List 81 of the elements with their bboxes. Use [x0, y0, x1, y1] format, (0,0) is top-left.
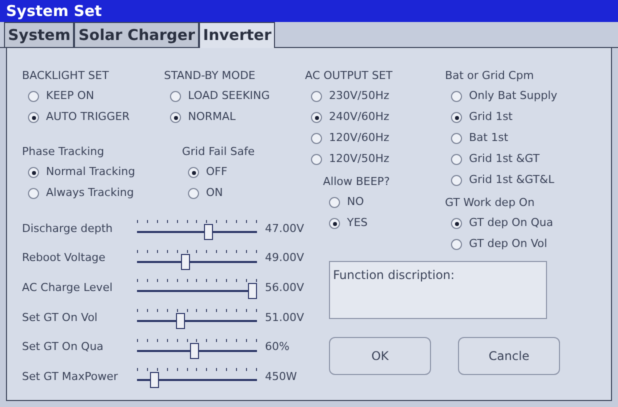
radio-button[interactable] — [28, 91, 39, 102]
option-label: Grid 1st &GT&L — [469, 172, 554, 188]
slider-label: Reboot Voltage — [22, 250, 106, 266]
group-title: Phase Tracking — [22, 144, 106, 160]
option-label: 230V/50Hz — [329, 88, 390, 104]
tab[interactable]: System — [4, 22, 74, 47]
group-title: BACKLIGHT SET — [22, 68, 110, 84]
option-label: Bat 1st — [469, 130, 508, 146]
radio-button[interactable] — [28, 112, 39, 123]
slider-thumb[interactable] — [248, 283, 257, 300]
slider-track[interactable] — [137, 248, 257, 270]
dialog-button[interactable]: Cancle — [458, 337, 560, 375]
radio-button[interactable] — [188, 188, 199, 199]
slider-track[interactable] — [137, 306, 257, 329]
option-label: YES — [347, 215, 368, 232]
slider-label: Set GT On Vol — [22, 310, 98, 326]
slider-label: Set GT MaxPower — [22, 369, 119, 386]
radio-button[interactable] — [451, 112, 462, 123]
radio-button[interactable] — [329, 218, 340, 229]
group-title: GT Work dep On — [445, 195, 536, 211]
radio-button[interactable] — [451, 91, 462, 102]
option-label: AUTO TRIGGER — [46, 109, 130, 126]
tab[interactable]: Solar Charger — [74, 22, 199, 47]
slider-track[interactable] — [137, 336, 257, 359]
slider-thumb[interactable] — [204, 224, 213, 240]
function-description-label: Function discription: — [333, 268, 455, 282]
option-label: Normal Tracking — [46, 164, 136, 180]
option-label: Only Bat Supply — [469, 88, 558, 104]
option-label: LOAD SEEKING — [188, 88, 270, 104]
option-label: Grid 1st &GT — [469, 151, 540, 168]
radio-button[interactable] — [311, 112, 322, 123]
slider-reading: 47.00V — [265, 220, 304, 237]
radio-button[interactable] — [311, 154, 322, 165]
option-label: ON — [206, 185, 223, 202]
option-label: KEEP ON — [46, 88, 94, 104]
radio-button[interactable] — [329, 197, 340, 208]
group-title: Grid Fail Safe — [182, 144, 256, 160]
slider-thumb[interactable] — [176, 312, 185, 329]
radio-button[interactable] — [311, 133, 322, 144]
option-label: Always Tracking — [46, 185, 134, 202]
option-label: 240V/60Hz — [329, 109, 390, 126]
group-title: STAND-BY MODE — [164, 68, 256, 84]
option-label: OFF — [206, 164, 228, 180]
slider-reading: 450W — [265, 369, 297, 386]
tab[interactable]: Inverter — [199, 22, 276, 48]
radio-button[interactable] — [451, 239, 462, 250]
group-title: Allow BEEP? — [323, 174, 391, 190]
slider-reading: 49.00V — [265, 250, 304, 266]
option-label: 120V/50Hz — [329, 151, 390, 168]
option-label: GT dep On Qua — [469, 215, 554, 232]
slider-label: Discharge depth — [22, 220, 114, 237]
radio-button[interactable] — [451, 154, 462, 165]
option-label: NO — [347, 194, 364, 210]
radio-button[interactable] — [170, 112, 181, 123]
option-label: NORMAL — [188, 109, 236, 126]
option-label: Grid 1st — [469, 109, 513, 126]
slider-reading: 56.00V — [265, 280, 304, 296]
dialog-button[interactable]: OK — [329, 337, 431, 375]
radio-button[interactable] — [451, 175, 462, 186]
slider-thumb[interactable] — [150, 372, 160, 388]
radio-button[interactable] — [311, 91, 322, 102]
group-title: Bat or Grid Cpm — [445, 68, 535, 84]
radio-button[interactable] — [170, 91, 181, 102]
window-title: System Set — [6, 0, 102, 22]
slider-track[interactable] — [137, 277, 257, 300]
slider-reading: 51.00V — [265, 310, 304, 326]
option-label: 120V/60Hz — [329, 130, 390, 146]
slider-track[interactable] — [137, 366, 257, 388]
radio-button[interactable] — [28, 167, 39, 178]
slider-label: AC Charge Level — [22, 280, 114, 296]
radio-button[interactable] — [451, 218, 462, 229]
option-label: GT dep On Vol — [469, 236, 548, 252]
slider-track[interactable] — [137, 218, 257, 240]
slider-thumb[interactable] — [181, 254, 190, 270]
slider-label: Set GT On Qua — [22, 339, 104, 356]
slider-thumb[interactable] — [190, 342, 200, 359]
slider-reading: 60% — [265, 339, 290, 356]
radio-button[interactable] — [188, 167, 199, 178]
radio-button[interactable] — [28, 188, 39, 199]
radio-button[interactable] — [451, 133, 462, 144]
group-title: AC OUTPUT SET — [305, 68, 394, 84]
